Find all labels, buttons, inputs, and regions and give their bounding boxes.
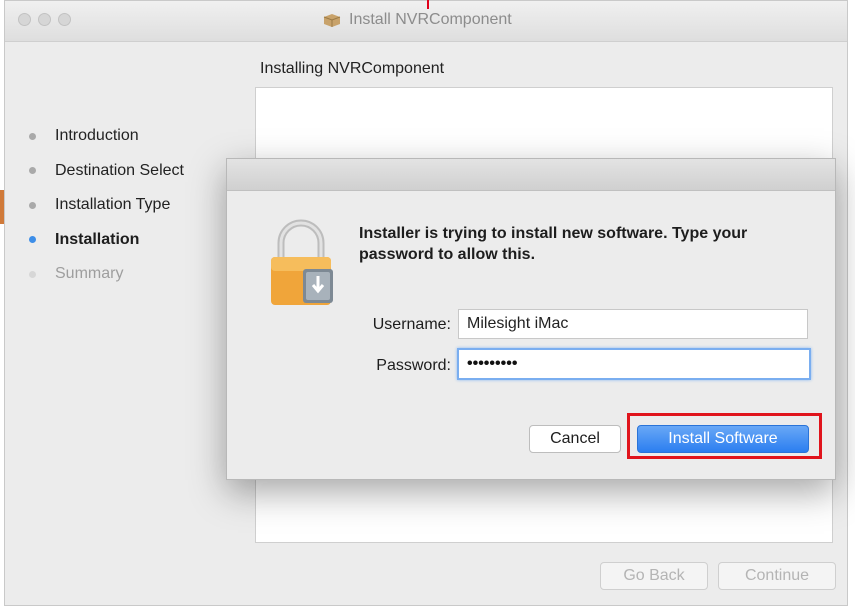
- step-label: Installation: [55, 230, 140, 248]
- dialog-title-bar: [227, 159, 835, 191]
- close-window-button[interactable]: [18, 13, 31, 26]
- step-label: Introduction: [55, 127, 139, 145]
- step-dot-active: [29, 236, 36, 244]
- step-summary: Summary: [29, 257, 184, 292]
- step-dot: [29, 132, 36, 140]
- step-destination-select: Destination Select: [29, 154, 184, 189]
- zoom-window-button[interactable]: [58, 13, 71, 26]
- username-field[interactable]: Milesight iMac: [458, 309, 808, 339]
- step-dot: [29, 167, 36, 175]
- password-label: Password:: [376, 357, 451, 374]
- window-title-text: Install NVRComponent: [349, 11, 512, 28]
- step-introduction: Introduction: [29, 119, 184, 154]
- step-installation: Installation: [29, 223, 184, 258]
- go-back-button[interactable]: Go Back: [600, 562, 708, 590]
- minimize-window-button[interactable]: [38, 13, 51, 26]
- step-label: Destination Select: [55, 161, 184, 179]
- dialog-message: Installer is trying to install new softw…: [359, 225, 748, 263]
- title-bar: Install NVRComponent: [5, 1, 847, 42]
- password-masked-value: •••••••••: [467, 355, 518, 372]
- username-label: Username:: [372, 316, 451, 333]
- step-dot: [29, 201, 36, 209]
- continue-button[interactable]: Continue: [718, 562, 836, 590]
- step-dot: [29, 270, 36, 278]
- steps-sidebar: Introduction Destination Select Installa…: [29, 119, 184, 292]
- username-value: Milesight iMac: [467, 315, 569, 332]
- padlock-installer-icon: [271, 219, 333, 305]
- section-title: Installing NVRComponent: [260, 60, 445, 77]
- annotation-marker: [427, 0, 429, 9]
- password-field[interactable]: •••••••••: [457, 348, 811, 380]
- install-button-highlight-box: [627, 413, 822, 459]
- cancel-button[interactable]: Cancel: [529, 425, 621, 453]
- window-title: Install NVRComponent: [323, 11, 512, 29]
- step-label: Summary: [55, 265, 124, 283]
- step-label: Installation Type: [55, 196, 171, 214]
- step-installation-type: Installation Type: [29, 188, 184, 223]
- package-icon: [323, 14, 341, 27]
